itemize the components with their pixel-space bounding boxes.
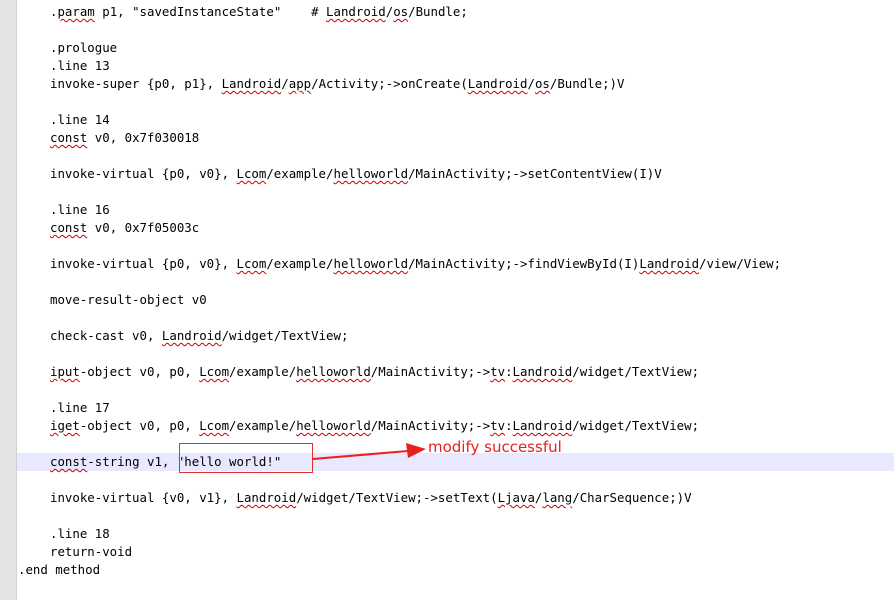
- code-line: .line 18: [50, 526, 110, 541]
- annotation-highlight-box: [179, 443, 313, 473]
- code-line: .prologue: [50, 40, 118, 55]
- code-line: check-cast v0, Landroid/widget/TextView;: [50, 328, 349, 343]
- code-editor[interactable]: .param p1, "savedInstanceState" # Landro…: [0, 0, 894, 600]
- code-line: .line 14: [50, 112, 110, 127]
- code-line: invoke-virtual {p0, v0}, Lcom/example/he…: [50, 256, 782, 271]
- code-line: iput-object v0, p0, Lcom/example/hellowo…: [50, 364, 700, 379]
- code-line: .line 13: [50, 58, 110, 73]
- code-line: return-void: [50, 544, 133, 559]
- code-line: const v0, 0x7f030018: [50, 130, 200, 145]
- code-line: .param p1, "savedInstanceState" # Landro…: [50, 4, 468, 19]
- code-line: invoke-virtual {v0, v1}, Landroid/widget…: [50, 490, 692, 505]
- annotation-label: modify successful: [428, 438, 562, 456]
- code-line: move-result-object v0: [50, 292, 207, 307]
- code-line: .end method: [18, 562, 101, 577]
- editor-gutter: [0, 0, 17, 600]
- code-line: .line 17: [50, 400, 110, 415]
- code-line: .line 16: [50, 202, 110, 217]
- code-line: const v0, 0x7f05003c: [50, 220, 200, 235]
- code-line: iget-object v0, p0, Lcom/example/hellowo…: [50, 418, 700, 433]
- code-line: invoke-super {p0, p1}, Landroid/app/Acti…: [50, 76, 625, 91]
- code-line: invoke-virtual {p0, v0}, Lcom/example/he…: [50, 166, 662, 181]
